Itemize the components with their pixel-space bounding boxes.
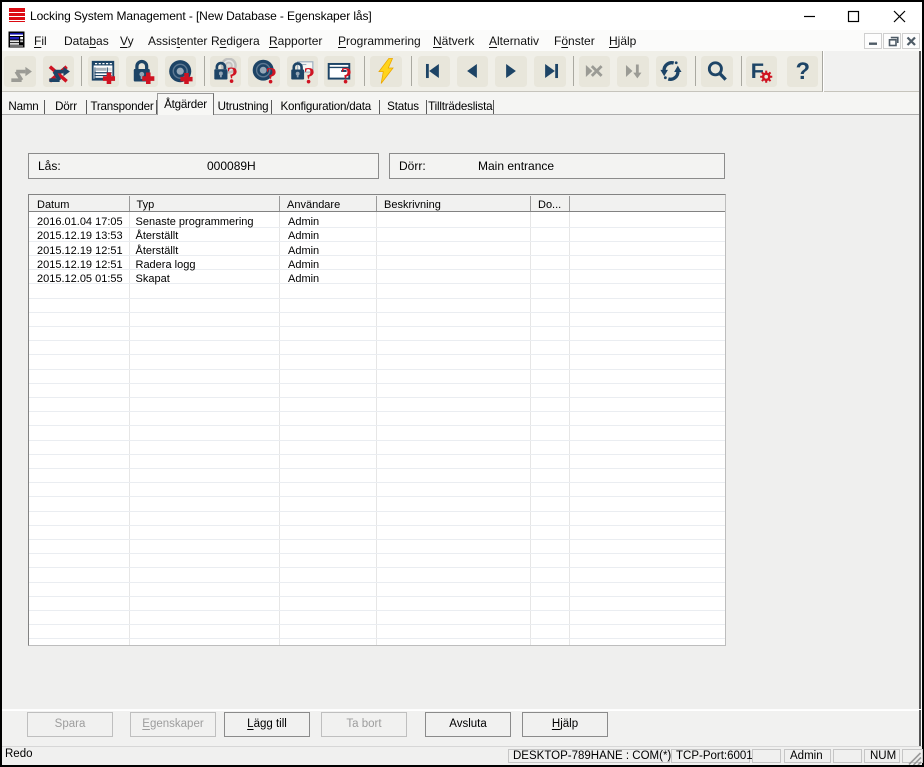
svg-text:F: F xyxy=(751,58,764,83)
svg-text:?: ? xyxy=(304,63,315,84)
svg-text:?: ? xyxy=(265,63,276,84)
svg-text:?: ? xyxy=(341,63,352,84)
svg-text:?: ? xyxy=(796,58,811,84)
svg-text:?: ? xyxy=(227,63,238,84)
